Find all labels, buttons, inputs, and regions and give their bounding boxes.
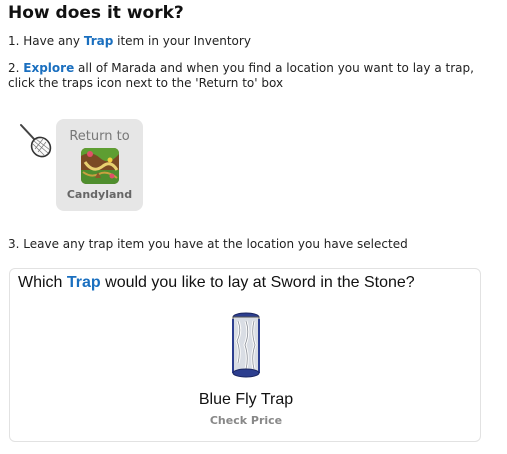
step-2-suffix: all of Marada and when you find a locati… (8, 61, 474, 90)
step-3: 3. Leave any trap item you have at the l… (8, 237, 408, 251)
step-2-prefix: 2. (8, 61, 24, 75)
step-2: 2. Explore all of Marada and when you fi… (8, 61, 498, 91)
trap-link[interactable]: Trap (84, 34, 113, 48)
blue-fly-trap-image[interactable] (226, 311, 266, 379)
return-to-button[interactable]: Return to Candyland (56, 119, 143, 211)
butterfly-net-icon[interactable] (18, 122, 54, 160)
page-heading: How does it work? (8, 3, 184, 23)
question-suffix: would you like to lay at Sword in the St… (100, 274, 415, 291)
trap-selection-panel: Which Trap would you like to lay at Swor… (9, 268, 481, 442)
trap-question: Which Trap would you like to lay at Swor… (18, 274, 415, 292)
step-1-suffix: item in your Inventory (113, 34, 251, 48)
return-to-label: Return to (69, 129, 130, 144)
step-1: 1. Have any Trap item in your Inventory (8, 34, 251, 49)
question-prefix: Which (18, 274, 67, 291)
trap-item-name: Blue Fly Trap (198, 391, 294, 408)
step-1-prefix: 1. Have any (8, 34, 84, 48)
check-price-link[interactable]: Check Price (210, 414, 282, 427)
question-trap-link[interactable]: Trap (67, 274, 101, 291)
explore-link[interactable]: Explore (23, 61, 74, 75)
return-location-name: Candyland (66, 188, 133, 201)
trap-item[interactable]: Blue Fly Trap Check Price (10, 311, 482, 428)
candyland-thumbnail (80, 148, 119, 184)
